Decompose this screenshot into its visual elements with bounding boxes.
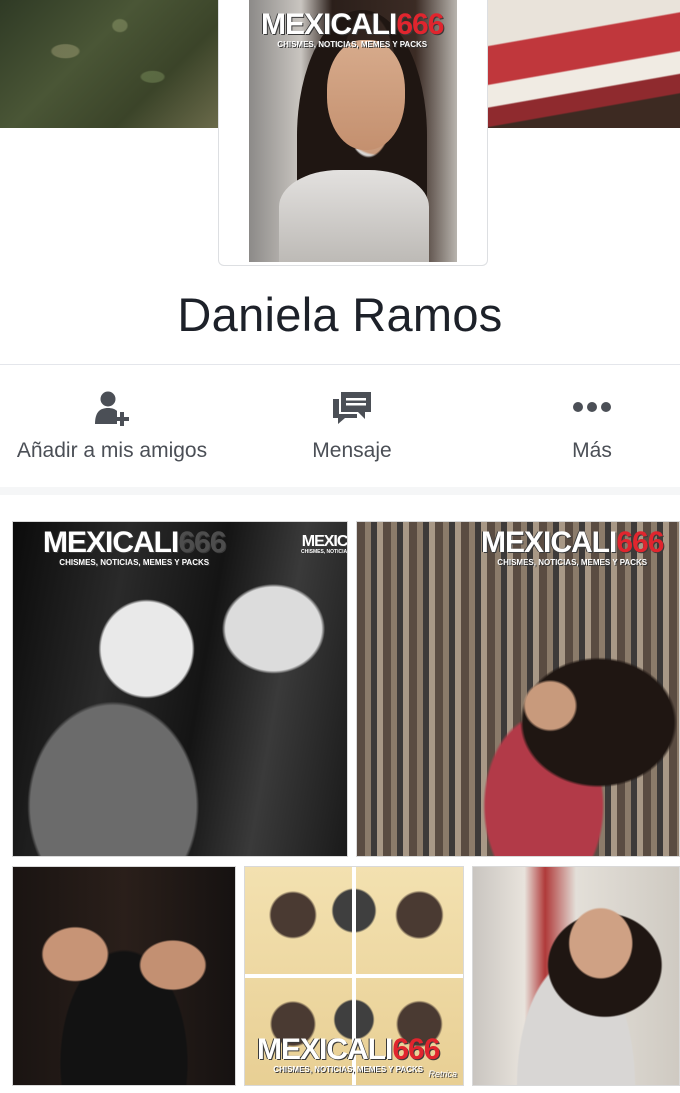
message-label: Mensaje bbox=[312, 439, 392, 462]
more-label: Más bbox=[572, 439, 612, 462]
cover-photo-left bbox=[0, 0, 218, 128]
add-friend-button[interactable]: Añadir a mis amigos bbox=[0, 368, 224, 486]
profile-page: MEXICALI666 CHISMES, NOTICIAS, MEMES Y P… bbox=[0, 0, 680, 1093]
photo-thumbnail[interactable]: MEXICALI666 CHISMES, NOTICIAS, MEMES Y P… bbox=[356, 521, 680, 857]
message-button[interactable]: Mensaje bbox=[252, 368, 452, 486]
watermark-logo: MEXICALI666 CHISMES, NOTICIAS, MEMES Y P… bbox=[261, 8, 444, 49]
add-friend-label: Añadir a mis amigos bbox=[16, 439, 208, 462]
profile-actions: Añadir a mis amigos Mensaje Más bbox=[0, 368, 680, 486]
more-icon bbox=[571, 400, 613, 419]
profile-name: Daniela Ramos bbox=[177, 288, 503, 341]
profile-picture[interactable]: MEXICALI666 CHISMES, NOTICIAS, MEMES Y P… bbox=[218, 0, 488, 266]
watermark-logo-small: MEXICALI666 CHISMES, NOTICIAS, MEMES Y P… bbox=[301, 533, 348, 555]
profile-photo: MEXICALI666 CHISMES, NOTICIAS, MEMES Y P… bbox=[249, 0, 457, 262]
more-button[interactable]: Más bbox=[502, 368, 680, 486]
message-icon bbox=[331, 390, 373, 431]
cover-photo-right bbox=[488, 0, 680, 128]
photo-thumbnail[interactable] bbox=[472, 866, 680, 1086]
photo-thumbnail[interactable]: MEXICALI666 CHISMES, NOTICIAS, MEMES Y P… bbox=[12, 521, 348, 857]
profile-photo-face bbox=[327, 40, 405, 150]
watermark-logo: MEXICALI666 CHISMES, NOTICIAS, MEMES Y P… bbox=[257, 1033, 440, 1074]
profile-photo-shirt bbox=[279, 170, 429, 262]
watermark-logo: MEXICALI666 CHISMES, NOTICIAS, MEMES Y P… bbox=[481, 526, 664, 567]
section-separator bbox=[0, 487, 680, 495]
retrica-label: Retrica bbox=[428, 1069, 457, 1079]
photo-thumbnail[interactable] bbox=[12, 866, 236, 1086]
photo-thumbnail[interactable]: MEXICALI666 CHISMES, NOTICIAS, MEMES Y P… bbox=[244, 866, 464, 1086]
watermark-logo: MEXICALI666 CHISMES, NOTICIAS, MEMES Y P… bbox=[43, 526, 226, 567]
add-friend-icon bbox=[94, 390, 130, 433]
divider bbox=[0, 364, 680, 365]
